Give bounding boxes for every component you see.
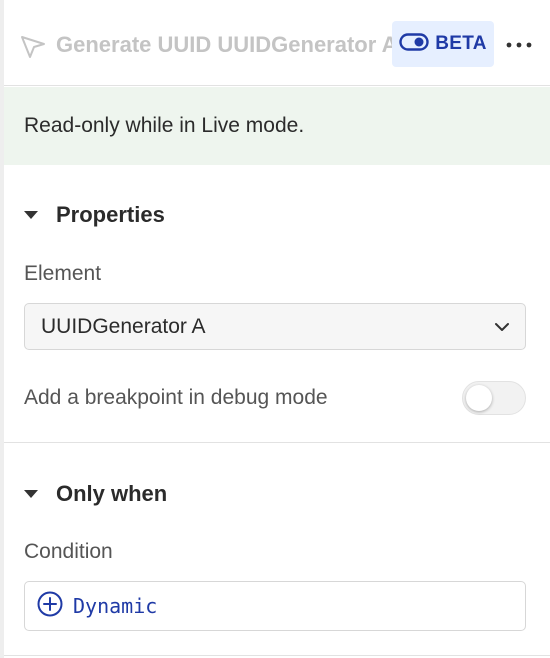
more-options-button[interactable] (504, 30, 534, 60)
breakpoint-toggle[interactable] (462, 381, 526, 415)
condition-label: Condition (24, 540, 113, 563)
toggle-icon (399, 32, 429, 56)
caret-down-icon (24, 490, 38, 498)
breakpoint-label: Add a breakpoint in debug mode (24, 386, 328, 409)
toggle-knob (466, 385, 492, 411)
section-divider (4, 655, 550, 656)
chevron-down-icon (493, 318, 511, 336)
cursor-arrow-icon (18, 31, 48, 61)
caret-down-icon (24, 211, 38, 219)
beta-badge[interactable]: BETA (392, 21, 494, 67)
properties-title: Properties (56, 202, 165, 227)
dynamic-label: Dynamic (73, 594, 158, 618)
action-inspector-panel: Generate UUID UUIDGenerator A BETA Read-… (0, 0, 550, 658)
properties-section-toggle[interactable]: Properties (24, 201, 165, 229)
more-horizontal-icon (506, 36, 532, 54)
beta-label: BETA (435, 33, 487, 54)
section-divider (4, 442, 550, 443)
condition-dynamic-field[interactable]: Dynamic (24, 581, 526, 631)
only-when-title: Only when (56, 481, 168, 506)
element-select-value: UUIDGenerator A (41, 315, 206, 338)
element-label: Element (24, 262, 102, 285)
element-select[interactable]: UUIDGenerator A (24, 303, 526, 350)
notice-text: Read-only while in Live mode. (24, 114, 305, 137)
only-when-section-toggle[interactable]: Only when (24, 480, 167, 508)
live-mode-notice: Read-only while in Live mode. (4, 87, 550, 165)
action-title[interactable]: Generate UUID UUIDGenerator A (56, 30, 392, 60)
inspector-header: Generate UUID UUIDGenerator A BETA (4, 0, 550, 86)
plus-circle-icon (37, 591, 63, 622)
